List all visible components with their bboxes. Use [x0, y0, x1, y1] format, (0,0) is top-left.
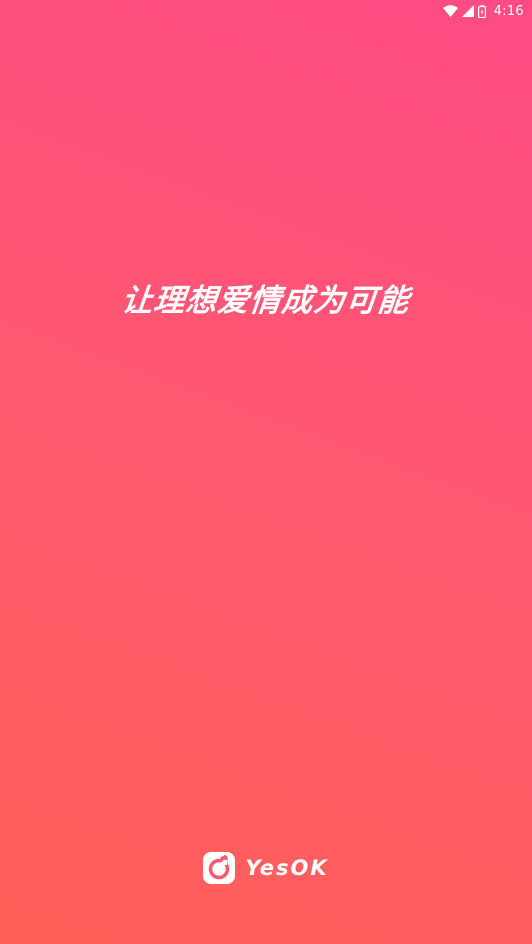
battery-icon: [477, 4, 486, 18]
brand-footer: YesOK: [0, 852, 532, 884]
splash-slogan: 让理想爱情成为可能: [119, 283, 412, 319]
brand-name: YesOK: [245, 856, 329, 880]
status-time: 4:16: [493, 3, 524, 19]
yesok-logo-icon: [203, 852, 236, 884]
status-bar: 4:16: [0, 0, 532, 22]
signal-icon: [461, 4, 474, 18]
splash-screen: 4:16 让理想爱情成为可能 YesOK: [0, 0, 532, 944]
wifi-icon: [442, 4, 458, 18]
